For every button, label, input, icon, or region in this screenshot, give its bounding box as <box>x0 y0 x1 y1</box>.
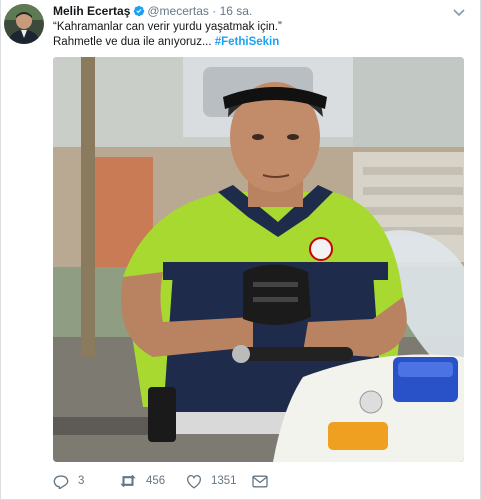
avatar[interactable] <box>4 4 44 44</box>
hashtag-link[interactable]: #FethiSekin <box>215 36 280 48</box>
separator-dot: · <box>212 4 217 18</box>
retweet-icon <box>119 474 137 488</box>
verified-badge-icon <box>133 5 145 21</box>
chevron-down-icon[interactable] <box>452 5 466 17</box>
like-button[interactable]: 1351 <box>186 472 237 490</box>
tweet-timestamp[interactable]: 16 sa. <box>220 4 253 18</box>
reply-button[interactable]: 3 <box>53 472 84 490</box>
author-name[interactable]: Melih Ecertaş <box>53 4 130 18</box>
reply-icon <box>53 474 69 489</box>
envelope-icon <box>252 475 268 488</box>
author-handle[interactable]: @mecertas <box>147 4 209 18</box>
retweet-button[interactable]: 456 <box>119 472 165 490</box>
tweet-photo[interactable] <box>53 57 464 462</box>
tweet-text: “Kahramanlar can verir yurdu yaşatmak iç… <box>53 20 282 50</box>
retweet-count: 456 <box>146 475 166 487</box>
tweet-text-line1: “Kahramanlar can verir yurdu yaşatmak iç… <box>53 21 282 33</box>
tweet-text-line2-body: Rahmetle ve dua ile anıyoruz... <box>53 36 212 48</box>
direct-message-button[interactable] <box>252 472 268 490</box>
tweet-text-line2: Rahmetle ve dua ile anıyoruz... #FethiSe… <box>53 35 282 50</box>
tweet-header: Melih Ecertaş @mecertas · 16 sa. <box>53 3 252 21</box>
reply-count: 3 <box>78 475 85 487</box>
heart-icon <box>186 474 202 489</box>
like-count: 1351 <box>211 475 237 487</box>
